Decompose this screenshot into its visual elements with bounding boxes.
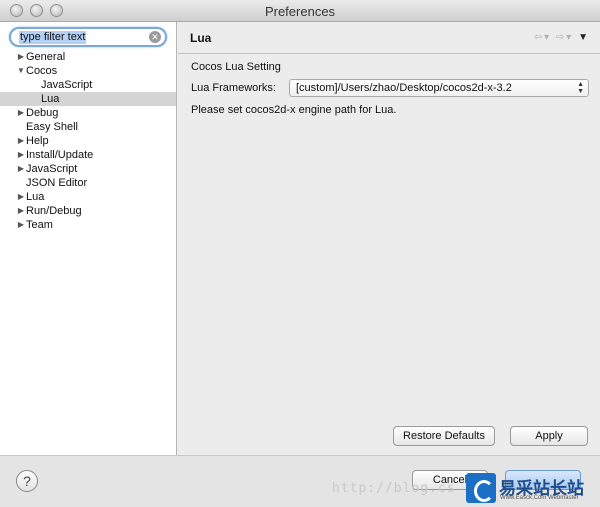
watermark-subtitle: Www.Easck.Com Webmaster bbox=[500, 495, 579, 501]
back-arrow-icon[interactable]: ⇦▾ bbox=[534, 32, 551, 43]
collapsed-arrow-icon[interactable]: ▶ bbox=[16, 190, 26, 204]
tree-item-label: Team bbox=[26, 219, 53, 231]
collapsed-arrow-icon[interactable]: ▶ bbox=[16, 134, 26, 148]
expanded-arrow-icon[interactable]: ▼ bbox=[16, 64, 26, 78]
tree-item-label: JavaScript bbox=[26, 163, 78, 175]
tree-item[interactable]: ▼ Cocos bbox=[0, 64, 176, 78]
collapsed-arrow-icon[interactable]: ▶ bbox=[16, 218, 26, 232]
tree-item-label: Easy Shell bbox=[26, 121, 78, 133]
page-content: Cocos Lua Setting Lua Frameworks: [custo… bbox=[178, 55, 600, 455]
tree-item-label: Debug bbox=[26, 107, 59, 119]
tree-item[interactable]: ▶ Lua bbox=[0, 190, 176, 204]
tree-item[interactable]: ▶ Install/Update bbox=[0, 148, 176, 162]
restore-defaults-button[interactable]: Restore Defaults bbox=[393, 426, 495, 446]
dialog-footer: ? Cancel http://blog.cs 易采站长站 Www.Easck.… bbox=[0, 455, 600, 507]
preferences-tree: ▶ General ▼ Cocos JavaScript Lua ▶ Debug Easy Sh… bbox=[0, 50, 176, 232]
collapsed-arrow-icon[interactable]: ▶ bbox=[16, 106, 26, 120]
tree-item[interactable]: Lua bbox=[0, 92, 176, 106]
tree-item[interactable]: ▶ Team bbox=[0, 218, 176, 232]
apply-button[interactable]: Apply bbox=[510, 426, 588, 446]
tree-item-label: Cocos bbox=[26, 65, 58, 77]
tree-item[interactable]: ▶ JavaScript bbox=[0, 162, 176, 176]
collapsed-arrow-icon[interactable]: ▶ bbox=[16, 162, 26, 176]
tree-item[interactable]: JavaScript bbox=[0, 78, 176, 92]
tree-item[interactable]: ▶ Run/Debug bbox=[0, 204, 176, 218]
tree-item-label: JSON Editor bbox=[26, 177, 88, 189]
section-title: Cocos Lua Setting bbox=[191, 61, 281, 73]
tree-item-label: Lua bbox=[41, 93, 60, 105]
tree-item[interactable]: ▶ Debug bbox=[0, 106, 176, 120]
engine-path-hint: Please set cocos2d-x engine path for Lua… bbox=[191, 104, 397, 116]
forward-arrow-icon[interactable]: ⇨▾ bbox=[556, 32, 573, 43]
frameworks-select-value: [custom]/Users/zhao/Desktop/cocos2d-x-3.… bbox=[296, 82, 512, 94]
help-button[interactable]: ? bbox=[16, 470, 38, 492]
collapsed-arrow-icon[interactable]: ▶ bbox=[16, 148, 26, 162]
tree-item-label: JavaScript bbox=[41, 79, 93, 91]
tree-item-label: Install/Update bbox=[26, 149, 94, 161]
collapsed-arrow-icon[interactable]: ▶ bbox=[16, 50, 26, 64]
tree-item[interactable]: ▶ General bbox=[0, 50, 176, 64]
collapsed-arrow-icon[interactable]: ▶ bbox=[16, 204, 26, 218]
title-bar: Preferences bbox=[0, 0, 600, 22]
filter-search-value[interactable]: type filter text bbox=[19, 31, 87, 44]
window-title: Preferences bbox=[264, 4, 336, 19]
preferences-sidebar: type filter text ✕ ▶ General ▼ Cocos JavaScr… bbox=[0, 22, 177, 455]
view-menu-icon[interactable]: ▼ bbox=[578, 32, 590, 43]
tree-item[interactable]: JSON Editor bbox=[0, 176, 176, 190]
watermark-url: http://blog.cs bbox=[332, 481, 456, 496]
frameworks-label: Lua Frameworks: bbox=[191, 82, 276, 94]
tree-item-label: General bbox=[26, 51, 66, 63]
watermark-logo-icon bbox=[466, 473, 496, 503]
page-nav: ⇦▾ ⇨▾ ▼ bbox=[534, 32, 590, 43]
help-icon: ? bbox=[23, 473, 31, 489]
page-header: Lua ⇦▾ ⇨▾ ▼ bbox=[178, 22, 600, 54]
tree-item[interactable]: ▶ Help bbox=[0, 134, 176, 148]
tree-item-label: Lua bbox=[26, 191, 45, 203]
frameworks-select[interactable]: [custom]/Users/zhao/Desktop/cocos2d-x-3.… bbox=[289, 79, 589, 97]
tree-item-label: Help bbox=[26, 135, 49, 147]
tree-item-label: Run/Debug bbox=[26, 205, 82, 217]
page-title: Lua bbox=[190, 31, 212, 45]
clear-icon[interactable]: ✕ bbox=[149, 31, 161, 43]
tree-item[interactable]: Easy Shell bbox=[0, 120, 176, 134]
filter-search-input[interactable]: type filter text ✕ bbox=[9, 27, 167, 47]
select-arrows-icon: ▲ ▼ bbox=[577, 81, 584, 95]
